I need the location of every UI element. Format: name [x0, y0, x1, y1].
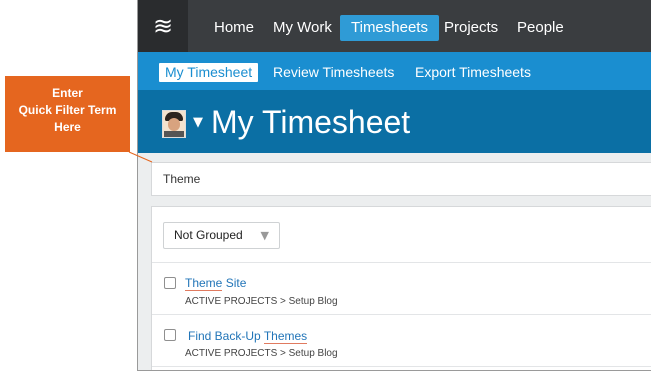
- sub-nav: My Timesheet Review Timesheets Export Ti…: [138, 52, 651, 90]
- top-nav: ≋ Home My Work Timesheets Projects Peopl…: [138, 0, 651, 52]
- page-title: My Timesheet: [211, 104, 411, 140]
- item-name-link[interactable]: Find Back-Up Themes: [188, 329, 308, 344]
- item-checkbox[interactable]: [164, 329, 176, 341]
- grouping-row: Not Grouped ▼: [152, 207, 651, 263]
- grouping-select-value: Not Grouped: [174, 228, 243, 242]
- user-menu-caret-icon[interactable]: ▼: [193, 115, 203, 130]
- subnav-review-timesheets[interactable]: Review Timesheets: [267, 63, 400, 82]
- timesheet-list: Not Grouped ▼ Theme Site ACTIVE PROJECTS…: [151, 206, 651, 370]
- subnav-export-timesheets[interactable]: Export Timesheets: [409, 63, 537, 82]
- subnav-my-timesheet[interactable]: My Timesheet: [159, 63, 259, 82]
- filter-match-highlight: Themes: [263, 329, 308, 344]
- list-item: Theme Site ACTIVE PROJECTS > Setup Blog: [152, 263, 651, 315]
- nav-people[interactable]: People: [506, 15, 575, 41]
- nav-timesheets[interactable]: Timesheets: [340, 15, 439, 41]
- nav-projects[interactable]: Projects: [433, 15, 509, 41]
- list-item: Find Back-Up Themes ACTIVE PROJECTS > Se…: [152, 315, 651, 367]
- nav-home[interactable]: Home: [203, 15, 265, 41]
- quick-filter-input[interactable]: Theme: [151, 162, 651, 196]
- filter-match-highlight: Theme: [185, 276, 223, 291]
- item-path: ACTIVE PROJECTS > Setup Blog: [185, 296, 338, 307]
- dropdown-arrow-icon: ▼: [260, 229, 269, 242]
- app-logo-icon[interactable]: ≋: [138, 0, 188, 52]
- nav-my-work[interactable]: My Work: [262, 15, 343, 41]
- user-avatar-icon[interactable]: [162, 110, 186, 138]
- grouping-select[interactable]: Not Grouped ▼: [163, 222, 280, 249]
- app-window: ≋ Home My Work Timesheets Projects Peopl…: [137, 0, 651, 371]
- item-checkbox[interactable]: [164, 277, 176, 289]
- annotation-callout: Enter Quick Filter Term Here: [5, 76, 130, 152]
- item-name-link[interactable]: Theme Site: [185, 276, 246, 291]
- item-path: ACTIVE PROJECTS > Setup Blog: [185, 348, 338, 359]
- page-header: ▼ My Timesheet: [138, 90, 651, 153]
